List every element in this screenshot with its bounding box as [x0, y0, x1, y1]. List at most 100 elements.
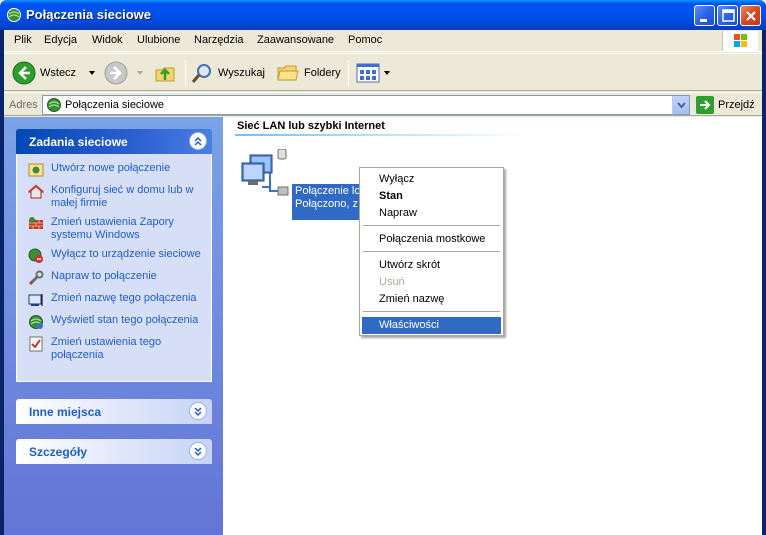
toolbar-separator: [185, 60, 186, 86]
network-tasks-panel: Zadania sieciowe Utwórz nowe połączenie …: [16, 129, 212, 382]
rename-icon: [28, 294, 43, 306]
task-repair-connection[interactable]: Napraw to połączenie: [17, 270, 211, 286]
views-button[interactable]: [356, 60, 392, 86]
task-label: Wyłącz to urządzenie sieciowe: [51, 248, 201, 260]
details-header[interactable]: Szczegóły: [16, 439, 212, 464]
menu-advanced[interactable]: Zaawansowane: [257, 34, 334, 46]
menu-bridge-connections[interactable]: Połączenia mostkowe: [362, 231, 501, 248]
expand-button[interactable]: [189, 402, 207, 420]
up-folder-icon: [155, 67, 175, 82]
forward-button[interactable]: [104, 60, 146, 86]
minimize-icon: [700, 19, 707, 22]
settings-icon: [29, 336, 43, 352]
back-arrow-icon: [12, 61, 36, 85]
expand-button[interactable]: [189, 442, 207, 460]
menu-separator: [363, 225, 500, 226]
menu-repair[interactable]: Napraw: [362, 205, 501, 222]
windows-flag-icon: [734, 34, 747, 47]
folders-icon: [277, 65, 299, 81]
task-label: Wyświetl stan tego połączenia: [51, 314, 199, 326]
task-connection-settings[interactable]: Zmień ustawienia tego połączenia: [17, 336, 211, 362]
maximize-icon: [722, 9, 735, 22]
menu-edit[interactable]: Edycja: [44, 34, 77, 46]
folders-button[interactable]: Foldery: [276, 60, 341, 86]
task-label: Zmień ustawienia Zapory systemu Windows: [51, 216, 174, 241]
new-connection-icon: [28, 163, 44, 177]
chevron-up-icon: [194, 136, 202, 146]
search-icon: [191, 64, 211, 83]
other-places-title: Inne miejsca: [29, 405, 102, 419]
minimize-button[interactable]: [694, 5, 715, 26]
forward-arrow-icon: [104, 61, 128, 85]
windows-logo: [722, 31, 758, 51]
collapse-button[interactable]: [189, 132, 207, 150]
close-icon: [746, 11, 756, 21]
toolbar: Wstecz Wyszukaj Foldery: [4, 53, 762, 91]
firewall-icon: [29, 217, 43, 229]
title-bar[interactable]: Połączenia sieciowe: [0, 0, 766, 30]
close-button[interactable]: [740, 5, 761, 26]
address-dropdown-button[interactable]: [672, 96, 689, 114]
back-dropdown-icon[interactable]: [86, 68, 98, 78]
search-label: Wyszukaj: [218, 67, 265, 79]
chevron-down-icon: [194, 407, 202, 417]
menu-help[interactable]: Pomoc: [348, 34, 382, 46]
context-menu: Wyłącz Stan Napraw Połączenia mostkowe U…: [359, 167, 504, 336]
task-create-connection[interactable]: Utwórz nowe połączenie: [17, 162, 211, 178]
network-connections-icon: [47, 98, 61, 112]
menu-file[interactable]: Plik: [14, 34, 32, 46]
home-network-icon: [28, 184, 44, 199]
lan-connection-icon[interactable]: [240, 149, 290, 197]
network-connections-icon: [7, 8, 21, 22]
menu-tools[interactable]: Narzędzia: [194, 34, 244, 46]
address-label: Adres: [9, 99, 38, 111]
up-folder-button[interactable]: [153, 60, 177, 86]
group-title: Sieć LAN lub szybki Internet: [237, 120, 385, 132]
menu-rename[interactable]: Zmień nazwę: [362, 291, 501, 308]
menu-disable[interactable]: Wyłącz: [362, 171, 501, 188]
menu-view[interactable]: Widok: [92, 34, 123, 46]
menu-separator: [363, 251, 500, 252]
network-tasks-title: Zadania sieciowe: [29, 135, 128, 149]
chevron-down-icon: [194, 447, 202, 457]
task-label: Zmień nazwę tego połączenia: [51, 292, 197, 304]
group-divider: [235, 134, 525, 136]
repair-icon: [28, 270, 44, 286]
task-label: Napraw to połączenie: [51, 270, 157, 282]
address-value: Połączenia sieciowe: [65, 99, 165, 111]
go-button[interactable]: Przejdź: [696, 96, 755, 114]
search-button[interactable]: Wyszukaj: [190, 60, 265, 86]
views-dropdown-icon[interactable]: [382, 68, 392, 78]
menu-separator: [363, 311, 500, 312]
details-title: Szczegóły: [29, 445, 88, 459]
menu-favorites[interactable]: Ulubione: [137, 34, 180, 46]
task-home-network[interactable]: Konfiguruj sieć w domu lub w małej firmi…: [17, 184, 211, 210]
address-field[interactable]: Połączenia sieciowe: [42, 95, 690, 115]
disable-device-icon: [28, 248, 43, 263]
other-places-header[interactable]: Inne miejsca: [16, 399, 212, 424]
task-rename-connection[interactable]: Zmień nazwę tego połączenia: [17, 292, 211, 308]
menu-bar: Plik Edycja Widok Ulubione Narzędzia Zaa…: [4, 30, 762, 52]
toolbar-separator: [348, 60, 349, 86]
network-tasks-header[interactable]: Zadania sieciowe: [16, 129, 212, 154]
task-view-status[interactable]: Wyświetl stan tego połączenia: [17, 314, 211, 330]
maximize-button[interactable]: [717, 5, 738, 26]
task-label: Konfiguruj sieć w domu lub w małej firmi…: [51, 184, 194, 209]
other-places-panel: Inne miejsca: [16, 399, 212, 424]
task-disable-device[interactable]: Wyłącz to urządzenie sieciowe: [17, 248, 211, 264]
network-tasks-body: Utwórz nowe połączenie Konfiguruj sieć w…: [16, 154, 212, 382]
task-label: Utwórz nowe połączenie: [51, 162, 171, 174]
window-title: Połączenia sieciowe: [26, 7, 152, 22]
menu-properties[interactable]: Właściwości: [362, 317, 501, 334]
status-icon: [29, 315, 43, 329]
forward-dropdown-icon[interactable]: [134, 68, 146, 78]
menu-delete: Usuń: [379, 276, 405, 288]
go-arrow-icon: [696, 96, 714, 114]
go-label: Przejdź: [718, 99, 755, 111]
back-label: Wstecz: [40, 67, 77, 79]
task-firewall-settings[interactable]: Zmień ustawienia Zapory systemu Windows: [17, 216, 211, 242]
chevron-down-icon: [677, 102, 686, 109]
menu-status[interactable]: Stan: [362, 188, 501, 205]
menu-create-shortcut[interactable]: Utwórz skrót: [362, 257, 501, 274]
back-button[interactable]: Wstecz: [12, 60, 98, 86]
